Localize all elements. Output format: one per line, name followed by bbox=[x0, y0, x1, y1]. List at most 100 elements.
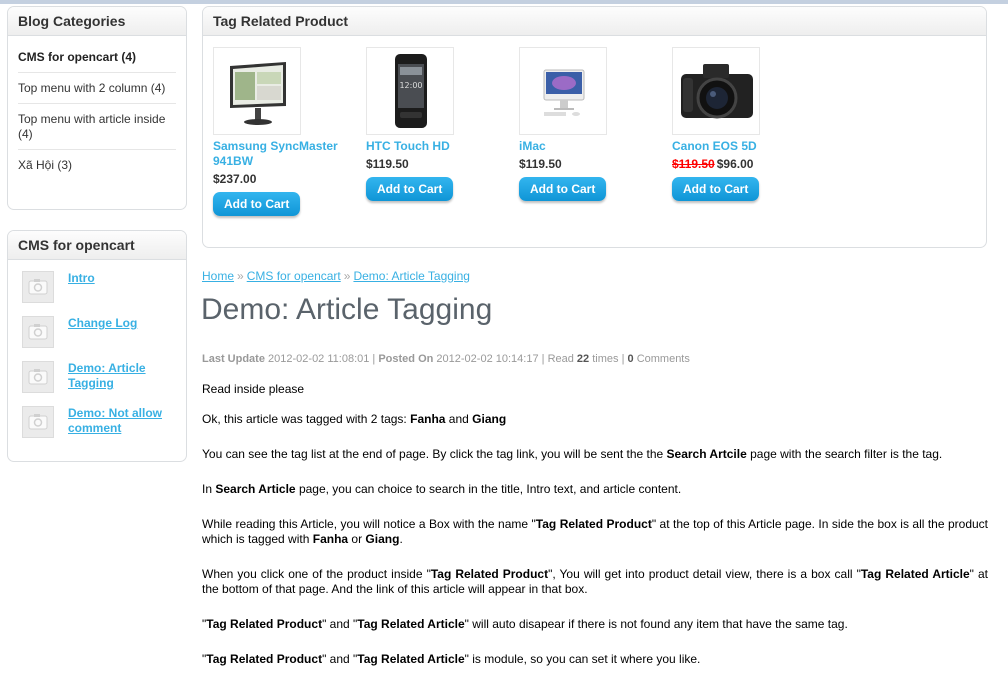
product-card: 12:00 HTC Touch HD $119.50 Add to Cart bbox=[366, 47, 506, 201]
product-name[interactable]: Samsung SyncMaster 941BW bbox=[213, 139, 353, 169]
text: ", You will get into product detail view… bbox=[548, 567, 861, 581]
product-card: Samsung SyncMaster 941BW $237.00 Add to … bbox=[213, 47, 353, 216]
emphasis: Tag Related Article bbox=[357, 617, 465, 631]
page-title: Demo: Article Tagging bbox=[201, 293, 493, 326]
emphasis: Tag Related Product bbox=[535, 517, 652, 531]
read-suffix: times bbox=[592, 353, 619, 365]
breadcrumb-separator: » bbox=[237, 269, 244, 283]
add-to-cart-button[interactable]: Add to Cart bbox=[366, 177, 454, 201]
tag-giang: Giang bbox=[472, 412, 507, 426]
emphasis: Tag Related Article bbox=[860, 567, 970, 581]
last-update-label: Last Update bbox=[202, 353, 265, 365]
add-to-cart-button[interactable]: Add to Cart bbox=[672, 177, 760, 201]
product-name[interactable]: iMac bbox=[519, 139, 659, 154]
emphasis: Tag Related Product bbox=[430, 567, 549, 581]
category-item-cms-for-opencart[interactable]: CMS for opencart (4) bbox=[18, 42, 176, 73]
cms-item-intro: Intro bbox=[22, 271, 182, 316]
text: . bbox=[399, 532, 403, 546]
category-list: CMS for opencart (4) Top menu with 2 col… bbox=[18, 42, 176, 180]
image-placeholder-icon[interactable] bbox=[22, 271, 54, 303]
product-price-value: $237.00 bbox=[213, 172, 257, 186]
image-placeholder-icon[interactable] bbox=[22, 316, 54, 348]
article-paragraph-4: While reading this Article, you will not… bbox=[202, 517, 988, 547]
product-image-camera[interactable] bbox=[672, 47, 760, 135]
emphasis: Fanha bbox=[312, 532, 349, 546]
category-item-top-menu-2-column[interactable]: Top menu with 2 column (4) bbox=[18, 73, 176, 104]
comments-count: 0 bbox=[627, 353, 634, 365]
category-item-top-menu-article-inside[interactable]: Top menu with article inside (4) bbox=[18, 104, 176, 150]
emphasis: Tag Related Article bbox=[357, 652, 465, 666]
product-price: $119.50 bbox=[519, 157, 659, 172]
cms-link-change-log[interactable]: Change Log bbox=[68, 316, 178, 331]
product-price: $119.50 $96.00 bbox=[672, 157, 812, 172]
cms-link-not-allow-comment[interactable]: Demo: Not allow comment bbox=[68, 406, 178, 436]
product-old-price: $119.50 bbox=[672, 157, 715, 171]
blog-categories-box: Blog Categories CMS for opencart (4) Top… bbox=[7, 6, 187, 210]
breadcrumb-category[interactable]: CMS for opencart bbox=[247, 269, 341, 283]
text: Ok, this article was tagged with 2 tags: bbox=[202, 412, 411, 426]
read-count: 22 bbox=[576, 353, 590, 365]
emphasis: Tag Related Product bbox=[206, 652, 323, 666]
product-price-value: $96.00 bbox=[716, 157, 754, 171]
posted-on-label: Posted On bbox=[378, 353, 434, 365]
text: You can see the tag list at the end of p… bbox=[202, 447, 667, 461]
emphasis: Giang bbox=[365, 532, 400, 546]
text: " and " bbox=[322, 652, 358, 666]
cms-link-intro[interactable]: Intro bbox=[68, 271, 178, 286]
image-placeholder-icon[interactable] bbox=[22, 361, 54, 393]
product-image-computer[interactable] bbox=[519, 47, 607, 135]
product-price-value: $119.50 bbox=[519, 157, 562, 171]
text: " and " bbox=[322, 617, 358, 631]
article-intro: Read inside please bbox=[202, 382, 305, 396]
article-paragraph-6: "Tag Related Product" and "Tag Related A… bbox=[202, 617, 988, 632]
cms-link-article-tagging[interactable]: Demo: Article Tagging bbox=[68, 361, 178, 391]
cms-item-article-tagging: Demo: Article Tagging bbox=[22, 361, 182, 406]
svg-text:12:00: 12:00 bbox=[399, 81, 422, 90]
article-paragraph-7: "Tag Related Product" and "Tag Related A… bbox=[202, 652, 988, 667]
emphasis: Search Article bbox=[215, 482, 296, 496]
product-price-value: $119.50 bbox=[366, 157, 409, 171]
article-meta: Last Update 2012-02-02 11:08:01 | Posted… bbox=[202, 353, 690, 365]
browser-top-edge bbox=[0, 0, 1008, 4]
text: While reading this Article, you will not… bbox=[202, 517, 536, 531]
product-name[interactable]: HTC Touch HD bbox=[366, 139, 506, 154]
text: or bbox=[348, 532, 366, 546]
category-item-xa-hoi[interactable]: Xã Hội (3) bbox=[18, 150, 176, 180]
image-placeholder-icon[interactable] bbox=[22, 406, 54, 438]
text: When you click one of the product inside… bbox=[202, 567, 431, 581]
comments-label[interactable]: Comments bbox=[637, 353, 690, 365]
cms-item-change-log: Change Log bbox=[22, 316, 182, 361]
emphasis: Search Artcile bbox=[666, 447, 747, 461]
product-card: Canon EOS 5D $119.50 $96.00 Add to Cart bbox=[672, 47, 812, 201]
text: and bbox=[445, 412, 473, 426]
article-paragraph-5: When you click one of the product inside… bbox=[202, 567, 988, 597]
article-paragraph-2: You can see the tag list at the end of p… bbox=[202, 447, 988, 462]
article-paragraph-3: In Search Article page, you can choice t… bbox=[202, 482, 988, 497]
cms-item-not-allow-comment: Demo: Not allow comment bbox=[22, 406, 182, 451]
breadcrumb-home[interactable]: Home bbox=[202, 269, 234, 283]
breadcrumb: Home» CMS for opencart» Demo: Article Tagg… bbox=[202, 269, 470, 283]
breadcrumb-current[interactable]: Demo: Article Tagging bbox=[353, 269, 470, 283]
add-to-cart-button[interactable]: Add to Cart bbox=[213, 192, 301, 216]
cms-articles-box: CMS for opencart Intro Change Log Demo: … bbox=[7, 230, 187, 462]
product-price: $237.00 bbox=[213, 172, 353, 187]
article-paragraph-1: Ok, this article was tagged with 2 tags:… bbox=[202, 412, 988, 427]
read-label: Read bbox=[547, 353, 574, 365]
emphasis: Tag Related Product bbox=[206, 617, 323, 631]
text: page with the search filter is the tag. bbox=[746, 447, 943, 461]
tag-fanha: Fanha bbox=[410, 412, 446, 426]
breadcrumb-separator: » bbox=[343, 269, 351, 283]
product-price: $119.50 bbox=[366, 157, 506, 172]
posted-on-value: 2012-02-02 10:14:17 bbox=[436, 353, 539, 365]
product-image-monitor[interactable] bbox=[213, 47, 301, 135]
text: " will auto disapear if there is not fou… bbox=[464, 617, 848, 631]
tag-related-title: Tag Related Product bbox=[203, 7, 986, 36]
text: In bbox=[202, 482, 216, 496]
blog-categories-title: Blog Categories bbox=[8, 7, 186, 36]
cms-box-title: CMS for opencart bbox=[8, 231, 186, 260]
text: page, you can choice to search in the ti… bbox=[295, 482, 682, 496]
tag-related-product-box: Tag Related Product Samsung SyncMaster 9… bbox=[202, 6, 987, 248]
product-image-phone[interactable]: 12:00 bbox=[366, 47, 454, 135]
product-name[interactable]: Canon EOS 5D bbox=[672, 139, 812, 154]
add-to-cart-button[interactable]: Add to Cart bbox=[519, 177, 607, 201]
